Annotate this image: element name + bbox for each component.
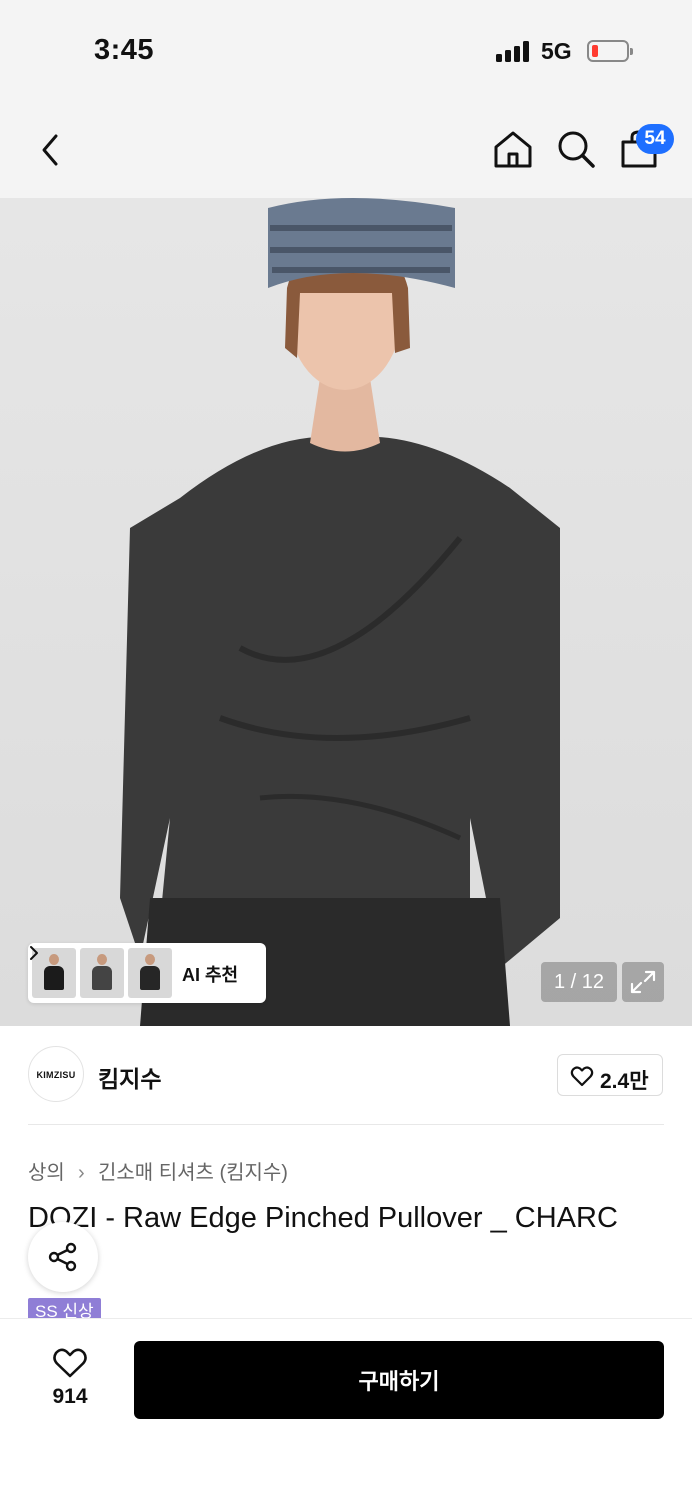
battery-icon — [587, 40, 633, 62]
expand-icon[interactable] — [622, 962, 664, 1002]
bottom-action-bar: 914 구매하기 — [0, 1318, 692, 1500]
product-title: DOZI - Raw Edge Pinched Pullover _ CHARC — [28, 1202, 618, 1234]
chevron-right-icon — [30, 946, 38, 960]
recommend-thumbnail[interactable] — [80, 948, 124, 998]
brand-like-count: 2.4만 — [600, 1070, 649, 1093]
wishlist-button[interactable]: 914 — [40, 1347, 100, 1408]
heart-icon — [570, 1066, 594, 1087]
brand-logo[interactable]: KIMZISU — [28, 1046, 84, 1102]
wishlist-count: 914 — [52, 1385, 88, 1408]
share-button[interactable] — [28, 1222, 98, 1292]
breadcrumb-item[interactable]: 긴소매 티셔츠 (킴지수) — [98, 1162, 288, 1184]
heart-icon — [53, 1348, 87, 1378]
search-icon[interactable] — [555, 128, 597, 170]
status-time: 3:45 — [94, 34, 155, 66]
image-page-indicator: 1 / 12 — [541, 962, 617, 1002]
cart-badge: 54 — [636, 124, 674, 154]
brand-name[interactable]: 킴지수 — [98, 1060, 161, 1094]
network-type: 5G — [541, 38, 572, 64]
chevron-right-icon: › — [78, 1162, 85, 1184]
home-icon[interactable] — [492, 128, 534, 170]
brand-like-button[interactable]: 2.4만 — [557, 1054, 663, 1096]
ai-recommend-label: AI 추천 — [182, 965, 239, 985]
breadcrumb-item[interactable]: 상의 — [28, 1162, 65, 1184]
breadcrumb: 상의 › 긴소매 티셔츠 (킴지수) — [28, 1156, 288, 1185]
ai-recommend-box[interactable]: AI 추천 — [28, 943, 266, 1003]
recommend-thumbnail[interactable] — [128, 948, 172, 998]
share-icon — [48, 1242, 77, 1272]
buy-button[interactable]: 구매하기 — [134, 1341, 664, 1419]
divider — [28, 1124, 664, 1125]
back-icon[interactable] — [30, 130, 70, 170]
product-image[interactable]: AI 추천 1 / 12 — [0, 198, 692, 1026]
status-bar: 3:45 5G — [0, 0, 692, 100]
signal-icon — [496, 40, 532, 62]
top-nav: 54 — [0, 100, 692, 198]
model-illustration — [120, 198, 560, 1026]
